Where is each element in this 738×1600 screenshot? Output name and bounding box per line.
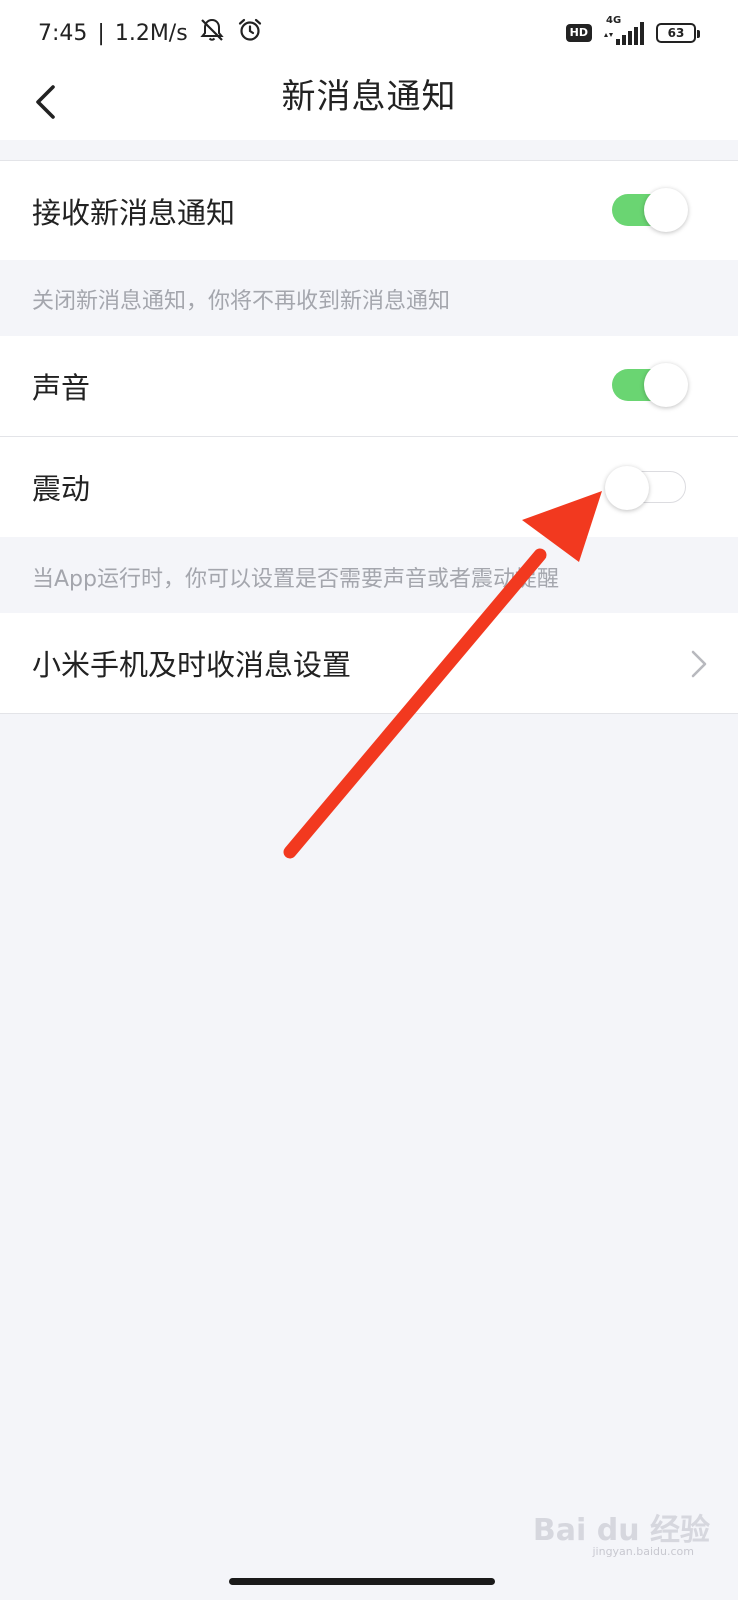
- annotation-arrow: [283, 491, 602, 859]
- baidu-watermark: Bai du 经验: [532, 1513, 710, 1548]
- home-indicator[interactable]: [229, 1578, 495, 1585]
- baidu-watermark-url: jingyan.baidu.com: [592, 1545, 694, 1558]
